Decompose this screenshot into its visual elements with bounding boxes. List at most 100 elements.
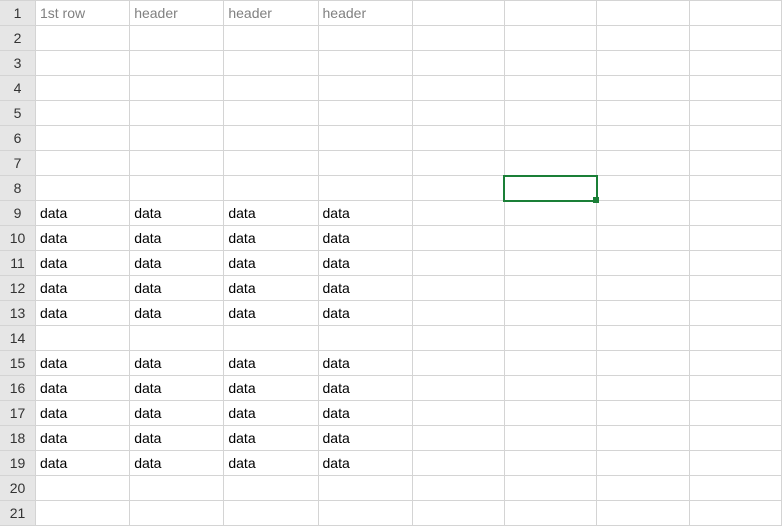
cell[interactable]	[318, 476, 412, 501]
cell[interactable]	[504, 326, 596, 351]
cell[interactable]	[318, 76, 412, 101]
cell[interactable]	[504, 501, 596, 526]
cell[interactable]: data	[130, 351, 224, 376]
cell[interactable]	[35, 101, 129, 126]
cell[interactable]	[597, 426, 689, 451]
cell[interactable]: data	[130, 251, 224, 276]
row-header[interactable]: 5	[0, 101, 35, 126]
cell[interactable]: data	[224, 351, 318, 376]
cell[interactable]: data	[130, 226, 224, 251]
cell[interactable]	[689, 376, 781, 401]
cell[interactable]	[597, 276, 689, 301]
cell[interactable]	[597, 226, 689, 251]
cell[interactable]	[318, 26, 412, 51]
cell[interactable]: data	[318, 426, 412, 451]
cell[interactable]	[35, 326, 129, 351]
cell[interactable]	[35, 126, 129, 151]
cell[interactable]	[130, 176, 224, 201]
cell[interactable]	[224, 51, 318, 76]
cell[interactable]	[35, 501, 129, 526]
cell[interactable]	[35, 176, 129, 201]
cell[interactable]: data	[318, 251, 412, 276]
cell[interactable]	[224, 476, 318, 501]
cell[interactable]: header	[224, 1, 318, 26]
cell[interactable]	[689, 1, 781, 26]
cell[interactable]	[597, 451, 689, 476]
cell[interactable]	[412, 351, 504, 376]
cell[interactable]	[504, 76, 596, 101]
cell[interactable]	[224, 76, 318, 101]
cell[interactable]	[689, 76, 781, 101]
cell[interactable]: header	[318, 1, 412, 26]
cell[interactable]	[504, 351, 596, 376]
row-header[interactable]: 7	[0, 151, 35, 176]
cell[interactable]	[597, 26, 689, 51]
cell[interactable]	[412, 251, 504, 276]
cell[interactable]	[35, 151, 129, 176]
cell[interactable]	[597, 326, 689, 351]
cell[interactable]	[318, 101, 412, 126]
cell[interactable]	[412, 476, 504, 501]
cell[interactable]	[504, 26, 596, 51]
cell[interactable]	[504, 276, 596, 301]
cell[interactable]	[689, 451, 781, 476]
cell[interactable]: header	[130, 1, 224, 26]
cell[interactable]: data	[224, 426, 318, 451]
cell[interactable]	[224, 151, 318, 176]
row-header[interactable]: 19	[0, 451, 35, 476]
cell[interactable]	[504, 376, 596, 401]
cell[interactable]	[318, 51, 412, 76]
row-header[interactable]: 16	[0, 376, 35, 401]
row-header[interactable]: 12	[0, 276, 35, 301]
cell[interactable]	[318, 326, 412, 351]
cell[interactable]	[504, 201, 596, 226]
cell[interactable]: data	[318, 276, 412, 301]
cell[interactable]	[412, 151, 504, 176]
cell[interactable]: data	[224, 301, 318, 326]
cell[interactable]	[597, 151, 689, 176]
cell[interactable]	[689, 51, 781, 76]
cell[interactable]: data	[35, 451, 129, 476]
cell[interactable]: data	[35, 201, 129, 226]
cell[interactable]	[412, 176, 504, 201]
cell[interactable]	[318, 176, 412, 201]
cell[interactable]	[412, 376, 504, 401]
cell[interactable]: data	[130, 376, 224, 401]
row-header[interactable]: 20	[0, 476, 35, 501]
cell[interactable]	[412, 76, 504, 101]
cell[interactable]	[597, 376, 689, 401]
cell[interactable]	[689, 301, 781, 326]
row-header[interactable]: 6	[0, 126, 35, 151]
cell[interactable]	[689, 501, 781, 526]
cell[interactable]	[689, 251, 781, 276]
cell[interactable]	[689, 201, 781, 226]
row-header[interactable]: 9	[0, 201, 35, 226]
cell[interactable]	[689, 126, 781, 151]
cell[interactable]	[412, 401, 504, 426]
cell[interactable]	[130, 51, 224, 76]
cell[interactable]	[504, 126, 596, 151]
cell[interactable]: data	[224, 251, 318, 276]
cell[interactable]: data	[35, 301, 129, 326]
cell[interactable]: 1st row	[35, 1, 129, 26]
cell[interactable]	[689, 151, 781, 176]
cell[interactable]	[689, 351, 781, 376]
row-header[interactable]: 2	[0, 26, 35, 51]
row-header[interactable]: 14	[0, 326, 35, 351]
cell[interactable]	[597, 476, 689, 501]
cell[interactable]	[597, 126, 689, 151]
cell[interactable]	[130, 26, 224, 51]
cell[interactable]	[412, 1, 504, 26]
cell[interactable]: data	[35, 251, 129, 276]
cell[interactable]	[504, 151, 596, 176]
cell[interactable]	[130, 126, 224, 151]
row-header[interactable]: 18	[0, 426, 35, 451]
cell[interactable]: data	[318, 451, 412, 476]
cell[interactable]: data	[224, 201, 318, 226]
cell[interactable]: data	[130, 401, 224, 426]
cell[interactable]	[597, 351, 689, 376]
cell[interactable]	[412, 51, 504, 76]
cell[interactable]	[597, 501, 689, 526]
cell[interactable]	[689, 401, 781, 426]
cell[interactable]: data	[224, 376, 318, 401]
